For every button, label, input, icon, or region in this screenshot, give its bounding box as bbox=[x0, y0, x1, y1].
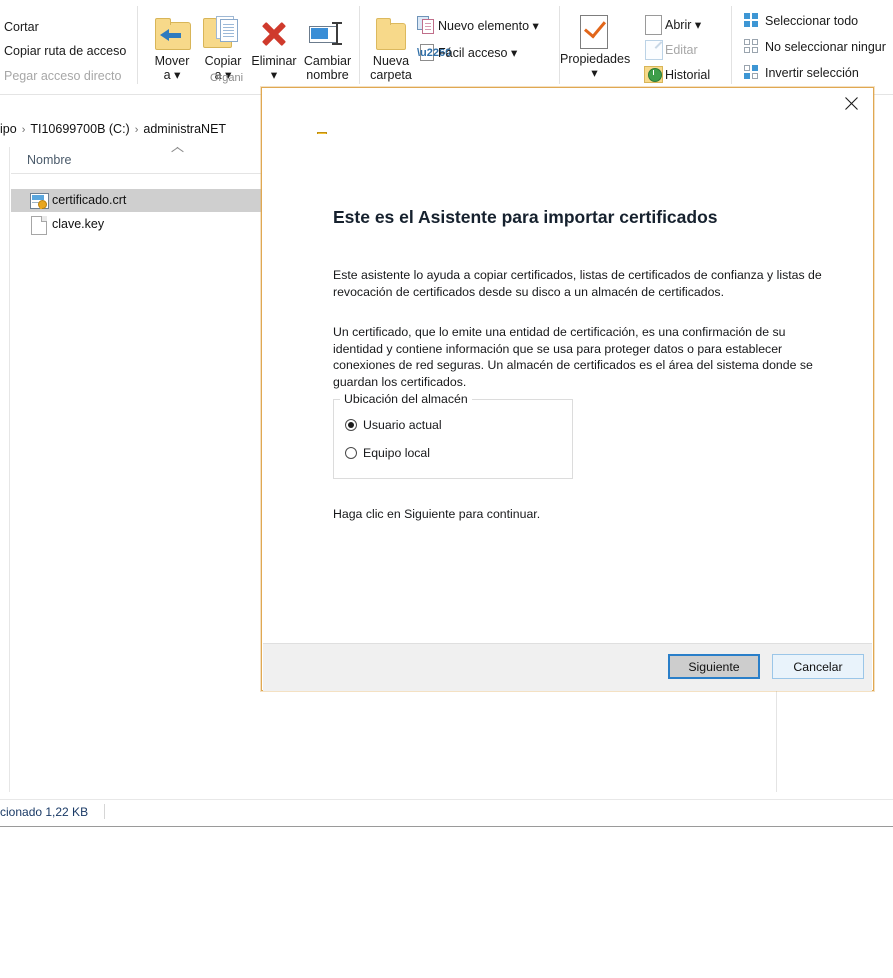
properties-label-1[interactable]: Propiedades bbox=[560, 52, 630, 66]
navigation-pane-divider bbox=[9, 147, 10, 792]
cancel-button[interactable]: Cancelar bbox=[772, 654, 864, 679]
radio-local-machine-label: Equipo local bbox=[363, 446, 430, 460]
delete-button-label-1[interactable]: Eliminar bbox=[248, 54, 300, 68]
select-none-button[interactable]: No seleccionar ningur bbox=[765, 40, 886, 54]
radio-current-user-label: Usuario actual bbox=[363, 418, 442, 432]
store-location-legend: Ubicación del almacén bbox=[340, 392, 472, 406]
ribbon-group-label-organize: Organi bbox=[210, 72, 244, 84]
new-folder-label-2[interactable]: carpeta bbox=[366, 68, 416, 82]
delete-button-label-2[interactable]: ▾ bbox=[248, 68, 300, 82]
intro-paragraph-2: Un certificado, que lo emite una entidad… bbox=[333, 325, 813, 389]
ribbon-divider bbox=[731, 6, 732, 84]
certificate-icon bbox=[30, 193, 49, 209]
continue-hint: Haga clic en Siguiente para continuar. bbox=[333, 507, 541, 521]
rename-button-label-2[interactable]: nombre bbox=[300, 68, 355, 82]
move-to-button-label-2[interactable]: a ▾ bbox=[148, 68, 196, 82]
rename-button-label-1[interactable]: Cambiar bbox=[300, 54, 355, 68]
breadcrumb-separator: › bbox=[134, 124, 139, 136]
edit-button: Editar bbox=[665, 43, 698, 57]
store-location-groupbox bbox=[333, 399, 573, 479]
column-header-nombre[interactable]: Nombre bbox=[27, 153, 71, 167]
sort-ascending-icon bbox=[171, 146, 184, 154]
properties-icon[interactable] bbox=[580, 15, 608, 49]
window-bottom-edge bbox=[0, 826, 893, 827]
radio-indicator bbox=[345, 419, 357, 431]
invert-selection-button[interactable]: Invertir selección bbox=[765, 66, 859, 80]
dialog-title-bar bbox=[262, 88, 873, 134]
radio-indicator bbox=[345, 447, 357, 459]
easy-access-menu[interactable]: Fácil acceso ▾ bbox=[438, 45, 517, 60]
copy-to-button-label-1[interactable]: Copiar bbox=[199, 54, 247, 68]
history-icon[interactable] bbox=[644, 64, 663, 83]
status-divider bbox=[104, 804, 105, 819]
new-item-menu[interactable]: Nuevo elemento ▾ bbox=[438, 18, 539, 33]
open-file-icon[interactable] bbox=[645, 15, 662, 35]
breadcrumb-item-1[interactable]: TI10699700B (C:) bbox=[30, 122, 129, 136]
properties-label-2[interactable]: ▾ bbox=[560, 66, 629, 80]
delete-icon[interactable] bbox=[258, 18, 288, 48]
breadcrumb[interactable]: ipo › TI10699700B (C:) › administraNET bbox=[0, 122, 226, 136]
dialog-body: Este es el Asistente para importar certi… bbox=[263, 134, 872, 643]
intro-paragraph-1: Este asistente lo ayuda a copiar certifi… bbox=[333, 268, 822, 299]
ribbon-divider bbox=[359, 6, 360, 84]
rename-icon[interactable] bbox=[309, 20, 343, 48]
file-name: certificado.crt bbox=[52, 193, 127, 207]
new-folder-icon[interactable] bbox=[376, 18, 406, 50]
status-bar: cionado 1,22 KB bbox=[0, 799, 893, 826]
new-folder-label-1[interactable]: Nueva bbox=[366, 54, 416, 68]
file-icon bbox=[31, 216, 47, 235]
new-item-icon[interactable] bbox=[417, 16, 434, 34]
edit-icon bbox=[645, 40, 663, 60]
ribbon-divider bbox=[137, 6, 138, 84]
ribbon-command-copy-path[interactable]: Copiar ruta de acceso bbox=[4, 44, 126, 58]
dialog-footer: Siguiente Cancelar bbox=[263, 643, 872, 691]
select-none-icon[interactable] bbox=[744, 39, 759, 54]
close-icon[interactable] bbox=[829, 88, 873, 118]
select-all-icon[interactable] bbox=[744, 13, 759, 28]
copy-to-icon[interactable] bbox=[203, 16, 239, 48]
easy-access-icon[interactable]: \u2260 bbox=[417, 43, 451, 61]
next-button[interactable]: Siguiente bbox=[668, 654, 760, 679]
certificate-import-wizard-dialog: Asistente para importar certificados Est… bbox=[261, 87, 874, 691]
ribbon: Cortar Copiar ruta de acceso Pegar acces… bbox=[0, 0, 893, 95]
move-to-icon[interactable] bbox=[155, 18, 191, 50]
ribbon-command-paste-shortcut: Pegar acceso directo bbox=[4, 69, 122, 83]
open-menu[interactable]: Abrir ▾ bbox=[665, 17, 701, 32]
breadcrumb-item-0[interactable]: ipo bbox=[0, 122, 17, 136]
status-selection-info: cionado 1,22 KB bbox=[0, 805, 89, 819]
page-title: Este es el Asistente para importar certi… bbox=[333, 207, 718, 227]
select-all-button[interactable]: Seleccionar todo bbox=[765, 14, 858, 28]
move-to-button-label-1[interactable]: Mover bbox=[148, 54, 196, 68]
file-name: clave.key bbox=[52, 217, 105, 231]
invert-selection-icon[interactable] bbox=[744, 65, 759, 80]
history-button[interactable]: Historial bbox=[665, 68, 710, 82]
ribbon-command-cut[interactable]: Cortar bbox=[4, 20, 39, 34]
breadcrumb-separator: › bbox=[21, 124, 26, 136]
breadcrumb-item-2[interactable]: administraNET bbox=[143, 122, 226, 136]
